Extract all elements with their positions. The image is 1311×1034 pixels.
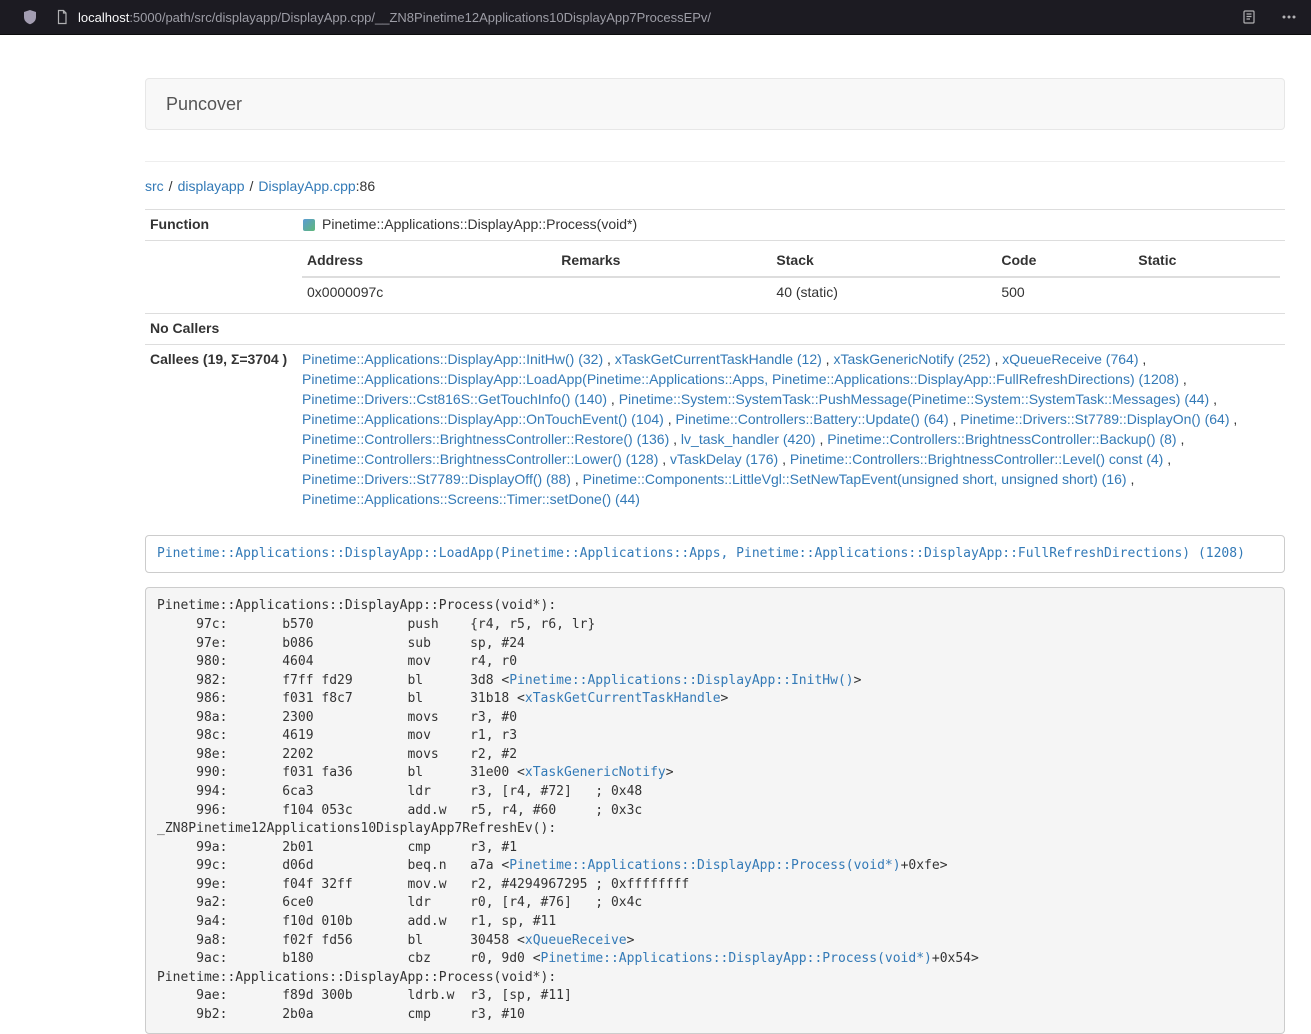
app-header: Puncover — [145, 78, 1285, 130]
callee-separator: , — [1127, 471, 1135, 487]
disassembly-symbol-link[interactable]: xQueueReceive — [525, 933, 627, 948]
divider — [145, 161, 1285, 162]
callee-link[interactable]: Pinetime::Drivers::Cst816S::GetTouchInfo… — [302, 391, 607, 407]
callee-separator: , — [816, 431, 828, 447]
callees-label: Callees (19, Σ=3704 ) — [145, 344, 297, 514]
disassembly-symbol-link[interactable]: Pinetime::Applications::DisplayApp::Init… — [509, 673, 853, 688]
function-detail-table: Function — [145, 209, 1285, 515]
callee-separator: , — [1179, 371, 1187, 387]
more-menu-icon[interactable] — [1281, 9, 1297, 25]
callee-link[interactable]: Pinetime::Applications::DisplayApp::OnTo… — [302, 411, 664, 427]
function-row: Function — [145, 210, 1285, 241]
callee-separator: , — [1177, 431, 1185, 447]
callee-separator: , — [603, 351, 615, 367]
reader-view-icon[interactable] — [1241, 9, 1257, 25]
breadcrumb-link-file[interactable]: DisplayApp.cpp — [258, 178, 355, 194]
callee-separator: , — [1138, 351, 1146, 367]
callee-separator: , — [669, 431, 681, 447]
remarks-cell — [556, 277, 771, 308]
callee-separator: , — [1163, 451, 1171, 467]
stats-row: Address Remarks Stack Code Static 0x0000… — [145, 240, 1285, 313]
callee-separator: , — [949, 411, 961, 427]
breadcrumb-line-number: :86 — [356, 178, 375, 194]
disassembly-symbol-link[interactable]: xTaskGenericNotify — [525, 765, 666, 780]
callee-separator: , — [664, 411, 676, 427]
function-name: Pinetime::Applications::DisplayApp::Proc… — [322, 215, 637, 235]
code-cell: 500 — [996, 277, 1133, 308]
callee-link[interactable]: Pinetime::Applications::DisplayApp::Init… — [302, 351, 603, 367]
function-label: Function — [145, 210, 297, 241]
callee-link[interactable]: Pinetime::Controllers::Battery::Update()… — [676, 411, 949, 427]
disassembly-symbol-link[interactable]: Pinetime::Applications::DisplayApp::Proc… — [509, 858, 900, 873]
callee-separator: , — [1230, 411, 1238, 427]
callee-separator: , — [778, 451, 790, 467]
loadapp-symbol-link[interactable]: Pinetime::Applications::DisplayApp::Load… — [157, 546, 1245, 561]
callee-link[interactable]: Pinetime::Applications::DisplayApp::Load… — [302, 371, 1179, 387]
callees-cell: Pinetime::Applications::DisplayApp::Init… — [297, 344, 1285, 514]
selected-callee-box: Pinetime::Applications::DisplayApp::Load… — [145, 535, 1285, 574]
callee-link[interactable]: vTaskDelay (176) — [670, 451, 778, 467]
column-header-stack: Stack — [771, 246, 996, 277]
callee-link[interactable]: Pinetime::Applications::Screens::Timer::… — [302, 491, 640, 507]
disassembly-symbol-link[interactable]: xTaskGetCurrentTaskHandle — [525, 691, 721, 706]
callees-row: Callees (19, Σ=3704 ) Pinetime::Applicat… — [145, 344, 1285, 514]
column-header-remarks: Remarks — [556, 246, 771, 277]
disassembly-block: Pinetime::Applications::DisplayApp::Proc… — [145, 587, 1285, 1034]
empty-label — [145, 240, 297, 313]
symbol-stats-table: Address Remarks Stack Code Static 0x0000… — [302, 246, 1280, 308]
breadcrumb-separator: / — [250, 178, 254, 194]
column-header-code: Code — [996, 246, 1133, 277]
address-cell: 0x0000097c — [302, 277, 556, 308]
callee-separator: , — [991, 351, 1003, 367]
column-header-static: Static — [1133, 246, 1280, 277]
url-host: localhost — [78, 10, 129, 25]
static-cell — [1133, 277, 1280, 308]
table-row: 0x0000097c 40 (static) 500 — [302, 277, 1280, 308]
column-header-address: Address — [302, 246, 556, 277]
stack-cell: 40 (static) — [771, 277, 996, 308]
no-callers-label: No Callers — [145, 313, 297, 344]
callee-link[interactable]: xTaskGenericNotify (252) — [833, 351, 990, 367]
callee-link[interactable]: Pinetime::Controllers::BrightnessControl… — [790, 451, 1163, 467]
callee-link[interactable]: lv_task_handler (420) — [681, 431, 816, 447]
callee-link[interactable]: xTaskGetCurrentTaskHandle (12) — [615, 351, 822, 367]
shield-icon[interactable] — [22, 9, 38, 25]
breadcrumb-separator: / — [169, 178, 173, 194]
callee-link[interactable]: xQueueReceive (764) — [1002, 351, 1138, 367]
callee-link[interactable]: Pinetime::Drivers::St7789::DisplayOn() (… — [960, 411, 1229, 427]
callee-separator: , — [571, 471, 583, 487]
browser-chrome: localhost:5000/path/src/displayapp/Displ… — [0, 0, 1311, 35]
callee-separator: , — [822, 351, 834, 367]
stats-header-row: Address Remarks Stack Code Static — [302, 246, 1280, 277]
disassembly-symbol-link[interactable]: Pinetime::Applications::DisplayApp::Proc… — [541, 951, 932, 966]
url-path: :5000/path/src/displayapp/DisplayApp.cpp… — [129, 10, 711, 25]
page-icon[interactable] — [54, 9, 70, 25]
callee-separator: , — [607, 391, 619, 407]
url-bar[interactable]: localhost:5000/path/src/displayapp/Displ… — [78, 10, 711, 25]
brand-link[interactable]: Puncover — [166, 94, 242, 115]
callee-link[interactable]: Pinetime::Controllers::BrightnessControl… — [827, 431, 1176, 447]
callee-link[interactable]: Pinetime::Drivers::St7789::DisplayOff() … — [302, 471, 571, 487]
breadcrumb-link-src[interactable]: src — [145, 178, 164, 194]
callee-separator: , — [658, 451, 670, 467]
callee-link[interactable]: Pinetime::Controllers::BrightnessControl… — [302, 431, 669, 447]
no-callers-row: No Callers — [145, 313, 1285, 344]
callee-link[interactable]: Pinetime::System::SystemTask::PushMessag… — [619, 391, 1210, 407]
callee-separator: , — [1209, 391, 1217, 407]
breadcrumb-link-displayapp[interactable]: displayapp — [178, 178, 245, 194]
page-container: Puncover src/displayapp/DisplayApp.cpp:8… — [145, 78, 1285, 1034]
callee-link[interactable]: Pinetime::Controllers::BrightnessControl… — [302, 451, 658, 467]
callee-link[interactable]: Pinetime::Components::LittleVgl::SetNewT… — [583, 471, 1127, 487]
breadcrumb: src/displayapp/DisplayApp.cpp:86 — [145, 178, 1285, 194]
function-type-icon — [302, 218, 316, 232]
